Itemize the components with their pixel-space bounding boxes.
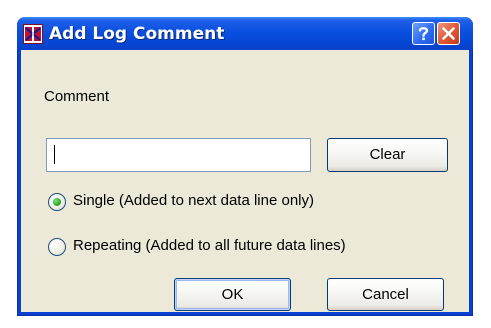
text-caret — [54, 145, 55, 164]
radio-label-single[interactable]: Single (Added to next data line only) — [73, 192, 314, 209]
radio-button-single[interactable] — [48, 193, 66, 211]
help-button[interactable] — [412, 22, 435, 45]
window-title: Add Log Comment — [49, 24, 225, 44]
help-icon — [418, 27, 429, 41]
comment-input[interactable] — [46, 138, 311, 172]
comment-label: Comment — [44, 88, 110, 105]
radio-button-repeating[interactable] — [48, 238, 66, 256]
radio-selected-dot — [53, 198, 61, 206]
close-button[interactable] — [437, 22, 460, 45]
dialog-body: Comment Clear Single (Added to next data… — [21, 50, 469, 312]
title-bar[interactable]: Add Log Comment — [17, 17, 473, 50]
ok-button[interactable]: OK — [174, 278, 291, 311]
log-app-icon — [23, 24, 43, 44]
radio-label-repeating[interactable]: Repeating (Added to all future data line… — [73, 237, 346, 254]
add-log-comment-dialog: Add Log Comment Comment Clear Single (Ad… — [17, 17, 473, 316]
clear-button[interactable]: Clear — [327, 138, 448, 172]
cancel-button[interactable]: Cancel — [327, 278, 444, 311]
close-icon — [442, 27, 455, 40]
